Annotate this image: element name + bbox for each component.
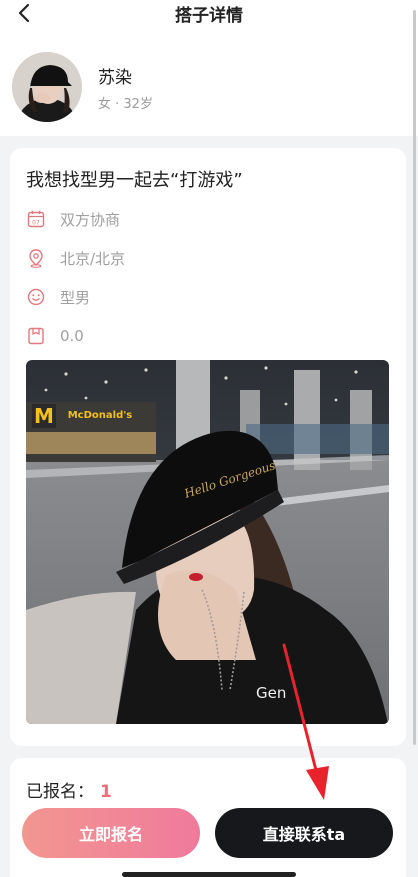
price-row: 0.0 (26, 325, 84, 347)
svg-text:Gen: Gen (256, 684, 286, 702)
page-title: 搭子详情 (175, 6, 243, 26)
svg-text:M: M (34, 404, 54, 428)
smiley-face-icon (27, 288, 45, 306)
svg-text:07: 07 (32, 219, 40, 226)
signup-count: 1 (100, 782, 112, 802)
location-pin-icon (29, 249, 43, 268)
time-text: 双方协商 (60, 210, 121, 229)
user-meta: 女 · 32岁 (98, 97, 153, 112)
signup-status: 已报名： 1 (26, 777, 112, 802)
user-name: 苏染 (98, 68, 132, 88)
price-tag-icon (28, 327, 44, 345)
post-title: 我想找型男一起去“打游戏” (26, 170, 243, 191)
time-row: 07 双方协商 (26, 208, 120, 230)
post-card: 我想找型男一起去“打游戏” 07 双方协商 北京/北京 型男 0.0 M McD… (10, 148, 406, 746)
nav-header: 搭子详情 (0, 0, 418, 30)
profile-section: 苏染 女 · 32岁 (0, 30, 418, 136)
scrollbar[interactable] (413, 10, 416, 745)
location-text: 北京/北京 (60, 249, 126, 268)
photo-sign-text: McDonald's (68, 410, 133, 421)
post-photo[interactable]: M McDonald's Hello Gorgeous Gen (26, 360, 389, 724)
join-now-button[interactable]: 立即报名 (22, 808, 200, 858)
signup-label: 已报名： (26, 782, 94, 802)
preference-text: 型男 (60, 288, 91, 307)
contact-directly-button[interactable]: 直接联系ta (215, 808, 393, 858)
calendar-icon: 07 (27, 210, 45, 228)
preference-row: 型男 (26, 286, 90, 308)
location-row: 北京/北京 (26, 247, 125, 269)
price-text: 0.0 (60, 327, 84, 345)
avatar[interactable] (12, 52, 82, 122)
home-indicator (122, 872, 296, 877)
